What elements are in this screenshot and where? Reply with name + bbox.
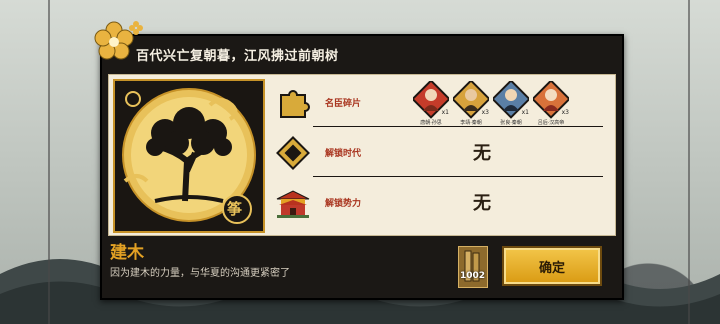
hero-card[interactable]: x3 李靖·秦朝 bbox=[453, 81, 489, 126]
unlock-dialog: 百代兴亡复朝暮，江风拂过前朝树 筝 名臣碎片 x1 唐朝·孙思 x3 李靖·秦朝… bbox=[94, 21, 624, 300]
puzzle-piece-icon bbox=[280, 90, 310, 118]
row-label: 解锁时代 bbox=[325, 149, 362, 159]
frame-line-left bbox=[48, 0, 50, 324]
hero-name: 张良·秦朝 bbox=[500, 120, 522, 126]
hero-card[interactable]: x1 张良·秦朝 bbox=[493, 81, 529, 126]
hero-count: x3 bbox=[561, 109, 569, 116]
hero-card[interactable]: x3 吕后·汉高帝 bbox=[533, 81, 569, 126]
row-unlock-faction: 解锁势力 无 bbox=[273, 179, 603, 227]
small-flower-icon bbox=[129, 21, 143, 35]
building-description: 因为建木的力量，与华夏的沟通更紧密了 bbox=[110, 268, 290, 279]
diamond-emblem-icon bbox=[276, 136, 310, 170]
row-minister-fragments: 名臣碎片 x1 唐朝·孙思 x3 李靖·秦朝 x1 张良·秦朝 x3 吕后·汉高… bbox=[273, 79, 603, 127]
row-divider bbox=[313, 176, 603, 177]
row-unlock-era: 解锁时代 无 bbox=[273, 129, 603, 177]
item-quantity: 1002 bbox=[460, 271, 486, 281]
info-panel: 筝 名臣碎片 x1 唐朝·孙思 x3 李靖·秦朝 x1 张良·秦朝 x3 吕后·… bbox=[108, 74, 616, 236]
confirm-button[interactable]: 确定 bbox=[502, 246, 602, 286]
hero-name: 吕后·汉高帝 bbox=[537, 120, 565, 126]
bamboo-scroll-item[interactable] bbox=[458, 246, 488, 288]
tree-emblem: 筝 bbox=[113, 79, 265, 233]
hero-name: 唐朝·孙思 bbox=[420, 120, 442, 126]
frame-line-right bbox=[688, 0, 690, 324]
row-label: 名臣碎片 bbox=[325, 99, 362, 109]
hero-name: 李靖·秦朝 bbox=[460, 120, 482, 126]
bamboo-scroll-icon bbox=[464, 250, 480, 282]
row-label: 解锁势力 bbox=[325, 199, 362, 209]
hero-count: x1 bbox=[441, 109, 449, 116]
hero-list: x1 唐朝·孙思 x3 李靖·秦朝 x1 张良·秦朝 x3 吕后·汉高帝 bbox=[413, 81, 569, 126]
palace-icon bbox=[276, 190, 310, 218]
building-name: 建木 bbox=[110, 243, 144, 263]
hero-count: x3 bbox=[481, 109, 489, 116]
hero-card[interactable]: x1 唐朝·孙思 bbox=[413, 81, 449, 126]
title-bar: 百代兴亡复朝暮，江风拂过前朝树 bbox=[102, 36, 622, 72]
emblem-character: 筝 bbox=[227, 200, 243, 218]
hero-count: x1 bbox=[521, 109, 529, 116]
row-value: 无 bbox=[473, 143, 491, 164]
dialog-title: 百代兴亡复朝暮，江风拂过前朝树 bbox=[136, 48, 339, 64]
row-divider bbox=[313, 126, 603, 127]
row-value: 无 bbox=[473, 193, 491, 214]
